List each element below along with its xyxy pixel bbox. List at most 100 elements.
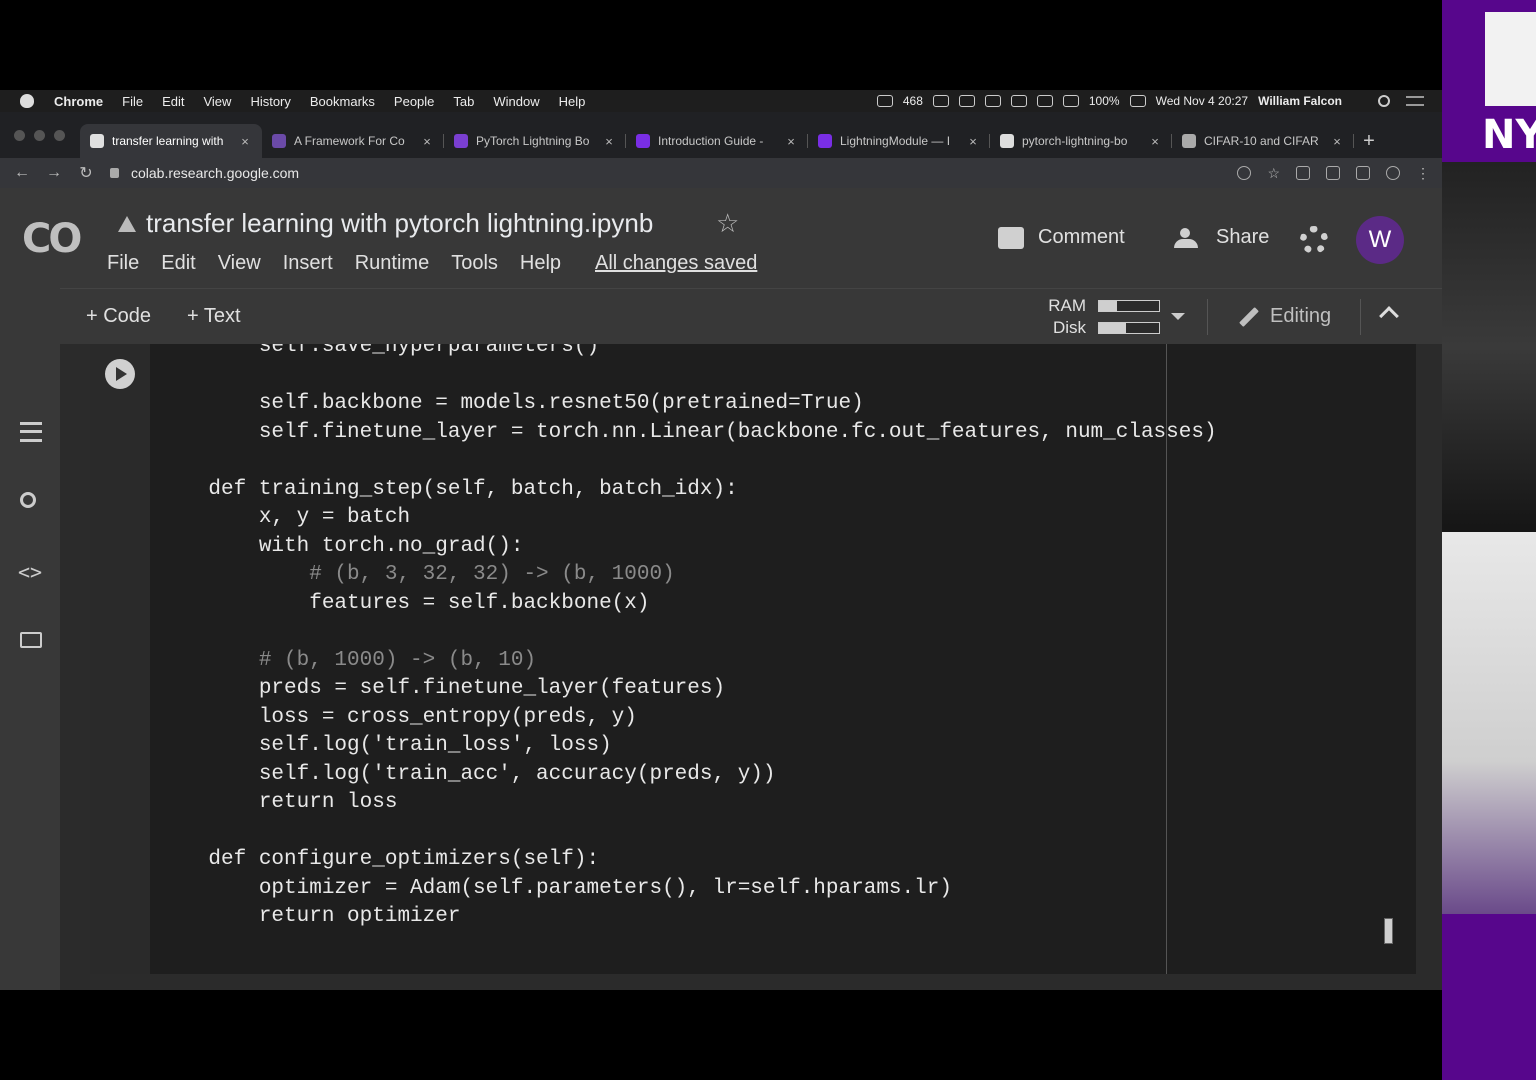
- chrome-tab-strip: transfer learning with × A Framework For C…: [0, 112, 1442, 158]
- airplay-icon[interactable]: [984, 95, 1001, 107]
- search-icon[interactable]: [20, 492, 36, 508]
- apple-icon[interactable]: [20, 94, 34, 108]
- scrollbar-thumb[interactable]: [1384, 918, 1393, 944]
- window-zoom-button[interactable]: [54, 130, 65, 141]
- browser-tab[interactable]: A Framework For Co ×: [262, 124, 444, 158]
- menu-file[interactable]: File: [122, 94, 143, 109]
- colab-menu-view[interactable]: View: [218, 252, 261, 275]
- code-line: self.log('train_acc', accuracy(preds, y)…: [158, 762, 776, 786]
- menu-history[interactable]: History: [250, 94, 290, 109]
- zoom-icon[interactable]: [1237, 166, 1252, 180]
- add-text-button[interactable]: + Text: [187, 305, 241, 328]
- code-cell[interactable]: self.save_hyperparameters() self.backbon…: [90, 344, 1416, 974]
- star-icon[interactable]: ☆: [716, 208, 739, 239]
- colab-menu-runtime[interactable]: Runtime: [355, 252, 429, 275]
- add-code-button[interactable]: + Code: [86, 305, 151, 328]
- colab-menu-edit[interactable]: Edit: [161, 252, 195, 275]
- tab-close-icon[interactable]: ×: [1148, 134, 1162, 149]
- lock-extension-icon[interactable]: [1326, 166, 1340, 180]
- code-line: self.log('train_loss', loss): [158, 734, 612, 757]
- tab-label: Introduction Guide -: [658, 134, 764, 148]
- browser-tab[interactable]: CIFAR-10 and CIFAR ×: [1172, 124, 1354, 158]
- table-of-contents-icon[interactable]: [20, 422, 42, 442]
- tab-close-icon[interactable]: ×: [1330, 134, 1344, 149]
- tab-close-icon[interactable]: ×: [420, 134, 434, 149]
- comment-icon: [998, 226, 1024, 249]
- spotlight-search-icon[interactable]: [1378, 95, 1390, 107]
- extension-icon[interactable]: [1296, 166, 1310, 180]
- reload-icon[interactable]: ↻: [70, 163, 102, 183]
- browser-tab[interactable]: PyTorch Lightning Bo ×: [444, 124, 626, 158]
- window-close-button[interactable]: [14, 130, 25, 141]
- comment-button[interactable]: Comment: [998, 226, 1125, 249]
- share-button[interactable]: Share: [1174, 226, 1269, 249]
- bookmark-star-icon[interactable]: ☆: [1267, 165, 1280, 182]
- save-status-link[interactable]: All changes saved: [595, 252, 757, 275]
- clock[interactable]: Wed Nov 4 20:27: [1156, 94, 1249, 108]
- volume-icon[interactable]: [1062, 95, 1079, 107]
- drive-icon: [118, 215, 136, 232]
- editing-mode-button[interactable]: Editing: [1238, 305, 1331, 328]
- run-cell-button[interactable]: [105, 359, 135, 389]
- tab-label: LightningModule — I: [840, 134, 951, 148]
- browser-tab[interactable]: transfer learning with ×: [80, 124, 262, 158]
- files-folder-icon[interactable]: [20, 632, 42, 648]
- menu-window[interactable]: Window: [493, 94, 539, 109]
- colab-toolbar: + Code + Text RAM Disk Editing: [0, 288, 1442, 344]
- browser-tab[interactable]: LightningModule — I ×: [808, 124, 990, 158]
- colab-menu: File Edit View Insert Runtime Tools Help: [107, 252, 583, 275]
- colab-menu-help[interactable]: Help: [520, 252, 561, 275]
- back-arrow-icon[interactable]: ←: [6, 164, 38, 182]
- battery-icon[interactable]: [1129, 95, 1146, 107]
- colab-menu-insert[interactable]: Insert: [283, 252, 333, 275]
- status-area: 468 100% Wed Nov 4 20:27 William Falcon: [876, 94, 1382, 108]
- chrome-menu-icon[interactable]: ⋮: [1416, 165, 1430, 182]
- control-center-icon[interactable]: [1406, 96, 1424, 106]
- resources-dropdown-icon[interactable]: [1171, 313, 1185, 320]
- pencil-icon: [1239, 306, 1259, 327]
- menu-edit[interactable]: Edit: [162, 94, 184, 109]
- ram-bar: [1098, 300, 1160, 312]
- browser-tab[interactable]: Introduction Guide - ×: [626, 124, 808, 158]
- webcam-overlay: NY: [1442, 0, 1536, 1080]
- colab-logo[interactable]: CO: [22, 216, 82, 262]
- window-minimize-button[interactable]: [34, 130, 45, 141]
- user-name[interactable]: William Falcon: [1258, 94, 1342, 108]
- tab-close-icon[interactable]: ×: [602, 134, 616, 149]
- wifi-icon[interactable]: [1036, 95, 1053, 107]
- app-menu-chrome[interactable]: Chrome: [54, 94, 103, 109]
- puzzle-icon[interactable]: [1356, 166, 1370, 180]
- notebook-title-text[interactable]: transfer learning with pytorch lightning…: [146, 208, 653, 239]
- menu-people[interactable]: People: [394, 94, 434, 109]
- menu-view[interactable]: View: [203, 94, 231, 109]
- new-tab-button[interactable]: +: [1354, 124, 1384, 158]
- tab-close-icon[interactable]: ×: [784, 134, 798, 149]
- mail-icon[interactable]: [876, 95, 893, 107]
- colab-menu-tools[interactable]: Tools: [451, 252, 498, 275]
- menu-help[interactable]: Help: [559, 94, 586, 109]
- menu-bookmarks[interactable]: Bookmarks: [310, 94, 375, 109]
- keyboard-icon[interactable]: [1010, 95, 1027, 107]
- tab-favicon-icon: [818, 134, 832, 148]
- colab-menu-file[interactable]: File: [107, 252, 139, 275]
- browser-tab[interactable]: pytorch-lightning-bo ×: [990, 124, 1172, 158]
- menu-tab[interactable]: Tab: [453, 94, 474, 109]
- url-text: colab.research.google.com: [131, 165, 300, 181]
- tab-close-icon[interactable]: ×: [966, 134, 980, 149]
- address-bar[interactable]: colab.research.google.com: [110, 165, 299, 181]
- editing-label: Editing: [1270, 305, 1332, 327]
- collapse-header-icon[interactable]: [1379, 306, 1399, 326]
- code-snippets-icon[interactable]: <>: [18, 560, 48, 584]
- profile-icon[interactable]: [1386, 166, 1400, 180]
- avatar[interactable]: W: [1356, 216, 1404, 264]
- forward-arrow-icon[interactable]: →: [38, 164, 70, 182]
- code-editor[interactable]: self.save_hyperparameters() self.backbon…: [158, 344, 1217, 932]
- cloud-icon[interactable]: [932, 95, 949, 107]
- settings-gear-icon[interactable]: [1300, 226, 1328, 254]
- tab-close-icon[interactable]: ×: [238, 134, 252, 149]
- resource-monitor[interactable]: RAM Disk: [1038, 295, 1160, 339]
- glasses-icon[interactable]: [958, 95, 975, 107]
- tab-label: CIFAR-10 and CIFAR: [1204, 134, 1319, 148]
